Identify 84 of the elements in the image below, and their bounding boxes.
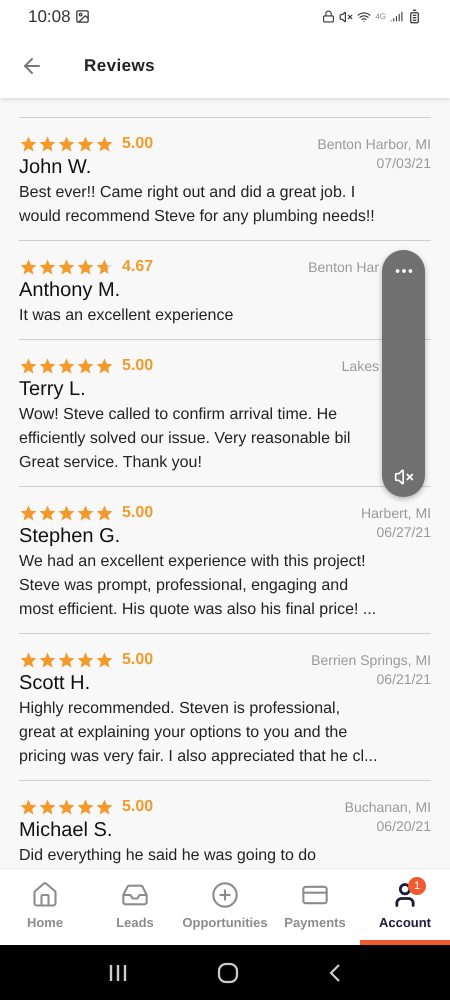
notification-badge: 1 [408, 877, 426, 895]
rating-value: 5.00 [122, 650, 154, 670]
star-icon [38, 357, 57, 375]
star-icon [95, 651, 114, 669]
reviewer-name: Scott H. [19, 671, 92, 696]
review-date: 06/20/21 [376, 817, 431, 836]
nav-tab[interactable]: Leads [90, 869, 180, 945]
review-text: Steve was prompt, professional, engaging and [19, 576, 348, 596]
nav-tab[interactable]: Home [0, 869, 90, 945]
review-text: pricing was very fair. I also appreciated that he cl... [19, 747, 378, 767]
star-icon [57, 357, 76, 375]
review-location: Benton Harbor, MI [317, 135, 431, 154]
house-icon [31, 881, 59, 910]
star-icon [95, 135, 114, 153]
network-label: 4G [375, 10, 386, 22]
rating-value: 5.00 [122, 356, 154, 376]
star-icon [76, 651, 95, 669]
mute-icon[interactable] [394, 467, 414, 487]
star-icon [57, 798, 76, 816]
review-date: 07/03/21 [376, 154, 431, 173]
clock: 10:08 [28, 6, 71, 28]
star-icon [76, 357, 95, 375]
review-location: Benton Har [308, 258, 379, 277]
star-icon [38, 135, 57, 153]
review-text: great at explaining your options to you and the [19, 723, 348, 743]
review-location: Harbert, MI [360, 504, 431, 523]
rating-value: 5.00 [122, 797, 154, 817]
review-location: Berrien Springs, MI [311, 651, 431, 670]
image-icon [74, 9, 90, 24]
review-text: efficiently solved our issue. Very reasonable bil [19, 429, 350, 449]
star-icon [57, 651, 76, 669]
star-icon [95, 798, 114, 816]
review-location: Buchanan, MI [344, 798, 431, 817]
review-date: 06/27/21 [376, 523, 431, 542]
star-icon [19, 357, 38, 375]
rating-value: 5.00 [122, 503, 154, 523]
reviewer-name: Michael S. [19, 818, 114, 843]
recent-apps-icon[interactable] [108, 964, 128, 982]
star-icon [95, 258, 114, 276]
nav-tab[interactable]: Payments [270, 869, 360, 945]
mute-icon [339, 10, 354, 24]
nav-tab[interactable]: Opportunities [180, 869, 270, 945]
lock-icon [322, 10, 336, 23]
reviewer-name: Anthony M. [19, 278, 122, 303]
review-text: Great service. Thank you! [19, 453, 202, 473]
page-title: Reviews [84, 54, 156, 77]
star-icon [19, 504, 38, 522]
star-icon [95, 504, 114, 522]
back-chevron-icon[interactable] [328, 962, 342, 982]
review-text: It was an excellent experience [19, 306, 234, 326]
star-icon [38, 798, 57, 816]
rating-value: 4.67 [122, 257, 154, 277]
review-text: most efficient. His quote was also his final price! ... [19, 600, 376, 620]
plus-circle-icon [211, 881, 239, 910]
star-icon [57, 135, 76, 153]
star-icon [76, 258, 95, 276]
star-icon [38, 651, 57, 669]
review-text: Did everything he said he was going to do [19, 846, 316, 866]
review-text: Best ever!! Came right out and did a great job. I [19, 183, 356, 203]
star-icon [76, 798, 95, 816]
star-icon [38, 258, 57, 276]
review-text: Highly recommended. Steven is professional, [19, 699, 340, 719]
star-icon [76, 504, 95, 522]
reviewer-name: Stephen G. [19, 524, 122, 549]
signal-icon [390, 10, 403, 23]
review-text: would recommend Steve for any plumbing needs!! [19, 207, 375, 227]
review-date: 06/21/21 [376, 670, 431, 689]
star-icon [57, 504, 76, 522]
review-text: We had an excellent experience with this project! [19, 552, 366, 572]
wifi-icon [357, 10, 372, 24]
star-icon [19, 258, 38, 276]
review-text: Wow! Steve called to confirm arrival time. He [19, 405, 338, 425]
battery-icon [407, 9, 422, 24]
star-icon [19, 135, 38, 153]
star-icon [57, 258, 76, 276]
star-icon [19, 651, 38, 669]
star-icon [76, 135, 95, 153]
rating-value: 5.00 [122, 134, 154, 154]
reviewer-name: Terry L. [19, 377, 87, 402]
reviewer-name: John W. [19, 155, 92, 180]
star-icon [19, 798, 38, 816]
star-icon [95, 357, 114, 375]
review-location: Lakes [342, 357, 379, 376]
star-icon [38, 504, 57, 522]
